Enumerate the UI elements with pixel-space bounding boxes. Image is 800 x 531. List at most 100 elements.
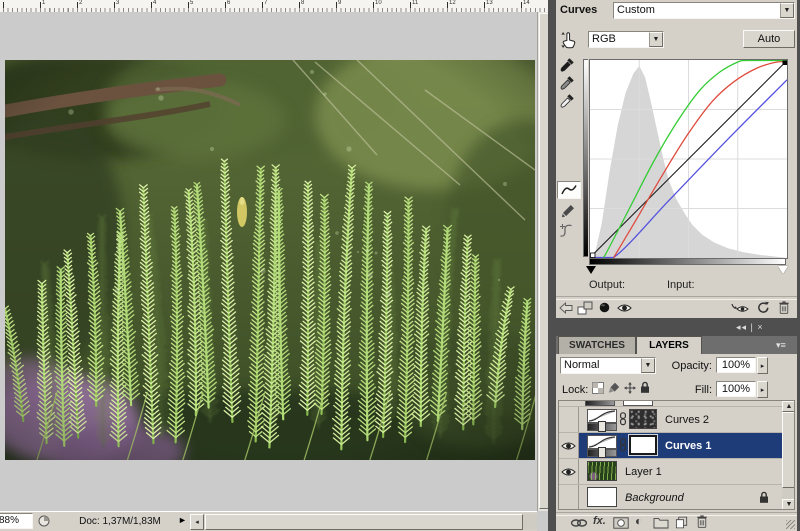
lock-transparency-icon[interactable] bbox=[592, 382, 604, 394]
layer-thumbnail[interactable] bbox=[587, 461, 617, 481]
visibility-toggle[interactable] bbox=[559, 407, 579, 432]
gray-point-eyedropper-icon[interactable] bbox=[559, 75, 575, 91]
layer-row-background[interactable]: Background bbox=[559, 485, 782, 510]
visibility-toggle[interactable] bbox=[559, 485, 579, 510]
fill-field[interactable]: 100% bbox=[716, 381, 756, 397]
view-previous-state-button[interactable] bbox=[731, 301, 749, 313]
blend-mode-select[interactable]: Normal ▼ bbox=[560, 357, 656, 374]
layer-mask-link-icon[interactable] bbox=[619, 412, 627, 426]
lock-paint-icon[interactable] bbox=[608, 382, 620, 394]
new-adjustment-layer-button[interactable]: ◐ bbox=[635, 514, 642, 528]
return-to-adjustment-list-button[interactable] bbox=[559, 302, 573, 314]
curves-chart[interactable] bbox=[589, 59, 788, 259]
new-layer-button[interactable] bbox=[675, 516, 688, 529]
panel-menu-icon[interactable]: ▾≡ bbox=[776, 340, 786, 351]
doc-size-readout: Doc: 1,37M/1,83M bbox=[60, 516, 180, 527]
chevron-down-icon[interactable]: ▼ bbox=[641, 358, 655, 373]
add-layer-mask-button[interactable] bbox=[613, 517, 629, 529]
output-gradient-ramp bbox=[583, 59, 588, 257]
opacity-value: 100% bbox=[722, 359, 750, 371]
clip-to-layer-button[interactable] bbox=[577, 301, 593, 315]
lock-all-icon[interactable] bbox=[640, 381, 650, 394]
layer-mask-thumbnail[interactable] bbox=[629, 435, 657, 455]
layer-mask-thumbnail[interactable] bbox=[629, 409, 657, 429]
auto-button-label: Auto bbox=[758, 33, 781, 45]
layers-panel: Normal ▼ Opacity: 100% ▸ Lock: Fill: 100… bbox=[556, 354, 797, 531]
layer-row-curves-2[interactable]: Curves 2 bbox=[559, 407, 782, 433]
reset-adjustment-button[interactable] bbox=[757, 301, 770, 314]
adjustments-panel-title: Curves bbox=[560, 4, 597, 16]
opacity-spinner[interactable]: ▸ bbox=[757, 357, 768, 374]
curves-preset-select[interactable]: Custom ▼ bbox=[613, 2, 795, 19]
horizontal-scrollbar[interactable] bbox=[205, 514, 537, 530]
opacity-label: Opacity: bbox=[664, 360, 712, 372]
ruler-number: 7 bbox=[264, 0, 267, 6]
hscroll-left-button[interactable]: ◂ bbox=[190, 514, 204, 530]
panel-group-controls[interactable]: ◂◂ | × bbox=[736, 322, 764, 333]
layers-scroll-up[interactable]: ▲ bbox=[782, 401, 795, 412]
opacity-field[interactable]: 100% bbox=[716, 357, 756, 373]
curves-adjustment-thumbnail[interactable] bbox=[587, 435, 617, 456]
lock-move-icon[interactable] bbox=[624, 382, 636, 394]
layer-name[interactable]: Curves 1 bbox=[665, 440, 711, 452]
status-menu-arrow[interactable]: ► bbox=[178, 515, 187, 525]
link-layers-button[interactable] bbox=[570, 518, 588, 528]
smooth-curve-tool[interactable] bbox=[558, 223, 574, 237]
layer-name[interactable]: Curves 2 bbox=[665, 414, 709, 426]
document-canvas-image[interactable] bbox=[5, 60, 535, 460]
layer-name[interactable]: Layer 1 bbox=[625, 466, 662, 478]
layers-list: Curves 2 Curves 1 bbox=[558, 400, 795, 510]
layer-mask-link-icon[interactable] bbox=[619, 438, 627, 452]
chevron-down-icon[interactable]: ▼ bbox=[649, 32, 663, 47]
chevron-down-icon[interactable]: ▼ bbox=[780, 3, 794, 18]
highlight-input-slider[interactable] bbox=[778, 266, 788, 274]
layer-row-curves-1[interactable]: Curves 1 bbox=[559, 433, 782, 459]
ruler-number: 8 bbox=[301, 0, 304, 6]
tab-layers[interactable]: LAYERS bbox=[636, 336, 702, 354]
tab-swatches[interactable]: SWATCHES bbox=[558, 336, 636, 354]
fill-spinner[interactable]: ▸ bbox=[757, 381, 768, 398]
layers-scrollbar-thumb[interactable] bbox=[782, 412, 795, 488]
adjustments-panel: Curves Custom ▼ RGB ▼ Auto Ou bbox=[556, 0, 797, 318]
zoom-level-value: 88% bbox=[0, 515, 19, 526]
visibility-toggle[interactable] bbox=[559, 459, 579, 484]
draw-curve-pencil-tool[interactable] bbox=[560, 203, 576, 219]
black-point-eyedropper-icon[interactable] bbox=[559, 57, 575, 73]
photoshop-window: 1234567891011121314 88% Doc: 1,37M/1,83M… bbox=[0, 0, 800, 531]
visibility-eye-icon[interactable] bbox=[617, 303, 632, 313]
layers-scroll-down[interactable]: ▼ bbox=[782, 499, 795, 510]
targeted-adjustment-tool[interactable] bbox=[558, 30, 578, 50]
edit-points-tool[interactable] bbox=[557, 181, 581, 199]
delete-layer-button[interactable] bbox=[696, 514, 708, 529]
ruler-number: 1 bbox=[42, 0, 45, 6]
ruler-number: 6 bbox=[227, 0, 230, 6]
layer-lock-icon bbox=[759, 491, 769, 504]
layer-name[interactable]: Background bbox=[625, 492, 684, 504]
layer-row-layer-1[interactable]: Layer 1 bbox=[559, 459, 782, 485]
white-point-eyedropper-icon[interactable] bbox=[559, 93, 575, 109]
panel-tab-bar: SWATCHES LAYERS ▾≡ bbox=[556, 336, 797, 354]
curves-adjustment-thumbnail[interactable] bbox=[587, 409, 617, 430]
ruler-number: 11 bbox=[412, 0, 418, 6]
visibility-toggle[interactable] bbox=[559, 433, 579, 458]
channel-select[interactable]: RGB ▼ bbox=[588, 31, 664, 48]
ruler-number: 3 bbox=[116, 0, 119, 6]
shadow-input-slider[interactable] bbox=[586, 266, 596, 274]
layer-thumbnail[interactable] bbox=[587, 487, 617, 507]
zoom-level-field[interactable]: 88% bbox=[0, 513, 33, 529]
panel-resize-grip[interactable] bbox=[786, 520, 795, 529]
status-bar: 88% Doc: 1,37M/1,83M ► ◂ bbox=[0, 511, 537, 531]
horizontal-scrollbar-thumb[interactable] bbox=[205, 514, 523, 530]
ruler-number: 9 bbox=[338, 0, 341, 6]
fill-label: Fill: bbox=[674, 384, 712, 396]
auto-button[interactable]: Auto bbox=[743, 30, 795, 48]
ruler-number: 12 bbox=[449, 0, 456, 6]
layer-style-button[interactable]: fx. bbox=[593, 515, 606, 527]
curves-preset-value: Custom bbox=[614, 3, 780, 18]
fill-value: 100% bbox=[722, 383, 750, 395]
layers-scrollbar[interactable]: ▲ ▼ bbox=[782, 401, 795, 510]
new-group-button[interactable] bbox=[653, 517, 669, 529]
delete-adjustment-button[interactable] bbox=[778, 300, 790, 315]
curve-point-icon bbox=[560, 184, 578, 196]
toggle-layer-visibility-button[interactable] bbox=[599, 302, 610, 313]
